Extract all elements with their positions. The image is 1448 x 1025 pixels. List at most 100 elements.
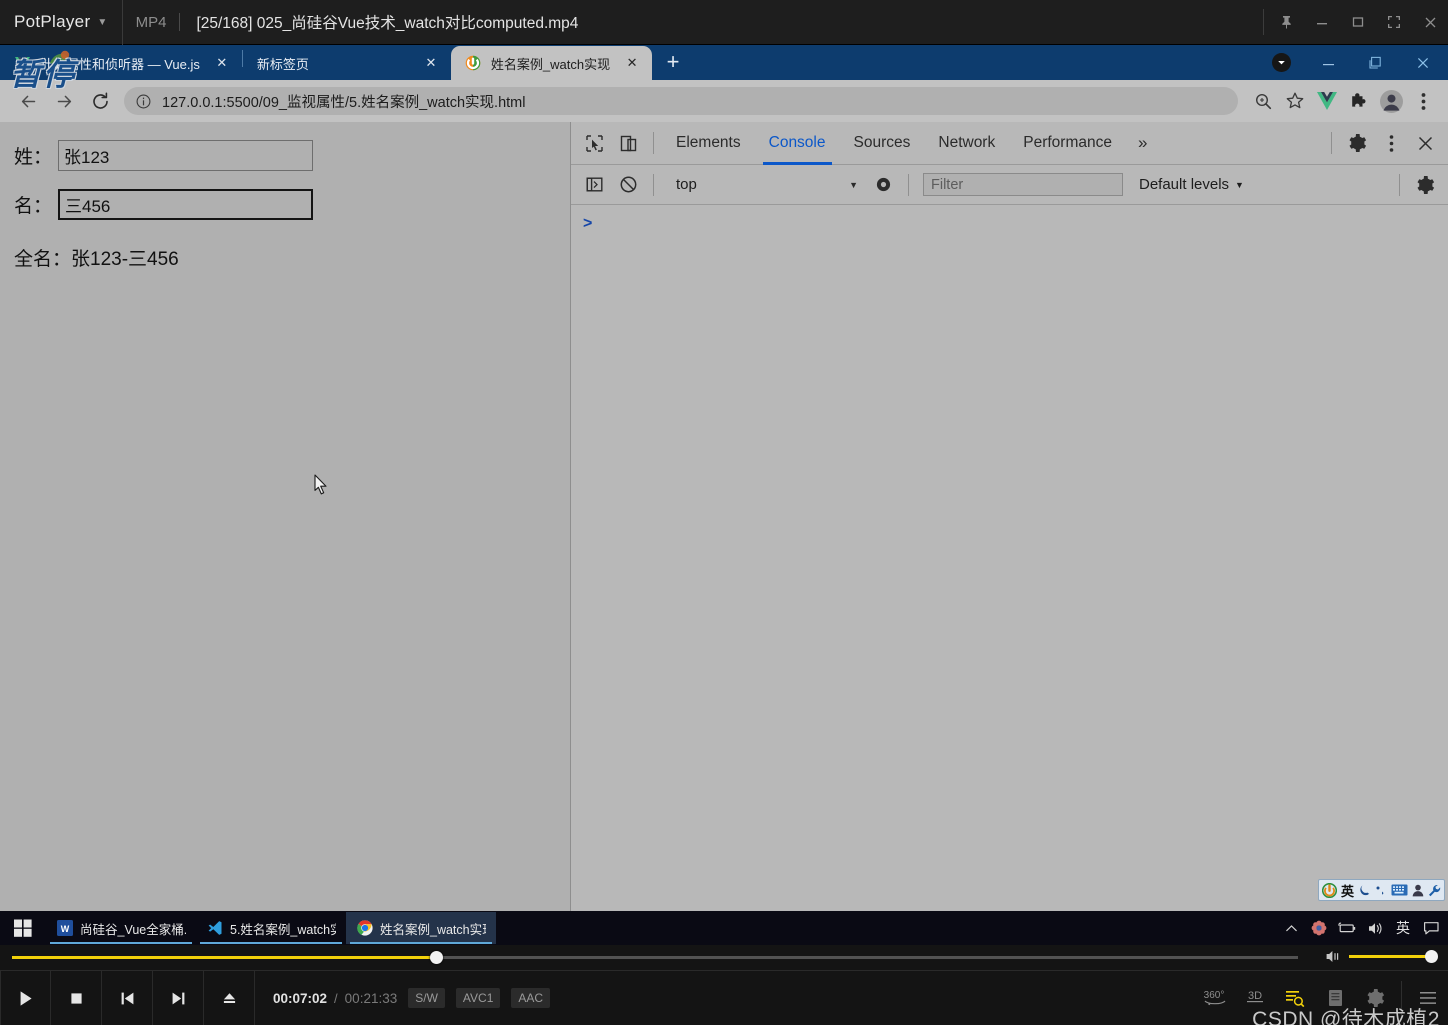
bookmark-star-icon[interactable] — [1280, 86, 1310, 116]
first-name-input[interactable] — [58, 140, 314, 171]
chrome-menu-icon[interactable] — [1408, 86, 1438, 116]
ime-language-label: 英 — [1396, 920, 1410, 936]
ime-floating-bar[interactable]: 英 — [1317, 879, 1445, 901]
taskbar-item-vscode[interactable]: 5.姓名案例_watch实... — [196, 912, 346, 944]
live-expression-icon[interactable] — [866, 168, 900, 202]
seek-bar[interactable] — [12, 951, 1298, 964]
log-levels-dropdown[interactable]: Default levels ▼ — [1139, 176, 1244, 193]
console-sidebar-icon[interactable] — [577, 168, 611, 202]
devtools-panel: Elements Console Sources Network Perform… — [570, 122, 1448, 911]
comma-icon[interactable] — [1375, 881, 1387, 899]
console-filter-input[interactable] — [923, 173, 1123, 196]
volume-slider-handle[interactable] — [1425, 950, 1438, 963]
wrench-icon[interactable] — [1428, 881, 1441, 899]
console-toolbar: top ▼ Default levels ▼ — [571, 165, 1448, 205]
seek-bar-fill — [12, 956, 437, 959]
devtools-tab-sources[interactable]: Sources — [840, 122, 925, 165]
divider — [1401, 981, 1402, 1015]
fullscreen-icon[interactable] — [1376, 0, 1412, 45]
close-icon[interactable] — [1412, 0, 1448, 45]
browser-viewport: 姓： 名： 全名：张123-三456 — [0, 122, 1448, 911]
more-options-icon[interactable] — [1374, 126, 1408, 160]
taskbar-item-label: 尚硅谷_Vue全家桶.d... — [80, 922, 186, 937]
console-prompt-icon: > — [583, 215, 593, 232]
taskbar-item-word[interactable]: W 尚硅谷_Vue全家桶.d... — [46, 912, 196, 944]
last-name-input[interactable] — [58, 189, 314, 220]
profile-avatar-icon[interactable] — [1376, 86, 1406, 116]
inspect-element-icon[interactable] — [577, 126, 611, 160]
potplayer-controls: 00:07:02 / 00:21:33 S/W AVC1 AAC 360° 3D — [0, 945, 1448, 1025]
maximize-icon[interactable] — [1352, 45, 1399, 80]
close-icon[interactable] — [1399, 45, 1446, 80]
more-tabs-chevron-icon[interactable]: » — [1126, 133, 1159, 153]
close-icon[interactable]: ✕ — [622, 53, 642, 73]
previous-button[interactable] — [102, 970, 153, 1025]
back-arrow-icon[interactable] — [10, 83, 46, 119]
show-hidden-icons[interactable] — [1278, 911, 1304, 945]
svg-text:W: W — [60, 924, 69, 934]
close-devtools-icon[interactable] — [1408, 126, 1442, 160]
ime-language-icon[interactable]: 英 — [1390, 911, 1416, 945]
notifications-icon[interactable] — [1418, 911, 1444, 945]
settings-gear-icon[interactable] — [1355, 971, 1395, 1025]
ime-mode-label[interactable]: 英 — [1341, 881, 1354, 899]
javascript-context-dropdown[interactable]: top ▼ — [666, 173, 866, 197]
list-button[interactable] — [1315, 971, 1355, 1025]
maximize-icon[interactable] — [1340, 0, 1376, 45]
devtools-tab-console[interactable]: Console — [755, 122, 840, 165]
seek-row — [0, 945, 1448, 970]
reload-icon[interactable] — [82, 83, 118, 119]
sogou-logo-icon[interactable] — [1321, 881, 1337, 899]
minimize-icon[interactable] — [1304, 0, 1340, 45]
web-page-content: 姓： 名： 全名：张123-三456 — [0, 122, 570, 911]
new-tab-button[interactable]: + — [658, 47, 688, 77]
url-text: 127.0.0.1:5500/09_监视属性/5.姓名案例_watch实现.ht… — [162, 94, 526, 111]
volume-slider[interactable] — [1349, 950, 1438, 963]
first-name-label: 姓： — [14, 147, 53, 168]
browser-tab-vue-docs[interactable]: 计算属性和侦听器 — Vue.js ✕ — [0, 46, 242, 80]
total-time: 00:21:33 — [344, 990, 398, 1006]
zoom-icon[interactable] — [1248, 86, 1278, 116]
start-button[interactable] — [0, 911, 46, 945]
devtools-tab-performance[interactable]: Performance — [1009, 122, 1126, 165]
browser-toolbar: 127.0.0.1:5500/09_监视属性/5.姓名案例_watch实现.ht… — [0, 80, 1448, 122]
seek-bar-handle[interactable] — [429, 951, 443, 964]
menu-button[interactable] — [1408, 971, 1448, 1025]
stop-button[interactable] — [51, 970, 102, 1025]
close-icon[interactable]: ✕ — [212, 53, 232, 73]
minimize-icon[interactable] — [1305, 45, 1352, 80]
play-button[interactable] — [0, 970, 51, 1025]
pin-icon[interactable] — [1268, 0, 1304, 45]
vr360-button[interactable]: 360° — [1195, 971, 1235, 1025]
keyboard-icon[interactable] — [1391, 881, 1408, 899]
browser-tab-new-tab[interactable]: 新标签页 ✕ — [243, 46, 451, 80]
taskbar-item-chrome[interactable]: 姓名案例_watch实现 ... — [346, 912, 496, 944]
close-icon[interactable]: ✕ — [421, 53, 441, 73]
person-icon[interactable] — [1412, 881, 1424, 899]
stereo3d-button[interactable]: 3D — [1235, 971, 1275, 1025]
console-output-area[interactable]: > — [571, 205, 1448, 911]
devtools-tab-network[interactable]: Network — [924, 122, 1009, 165]
right-controls: 360° 3D — [1195, 971, 1448, 1025]
moon-icon[interactable] — [1358, 881, 1371, 899]
forward-arrow-icon[interactable] — [46, 83, 82, 119]
console-settings-icon[interactable] — [1408, 168, 1442, 202]
browser-tab-active-page[interactable]: 姓名案例_watch实现 ✕ — [450, 46, 653, 80]
address-bar[interactable]: 127.0.0.1:5500/09_监视属性/5.姓名案例_watch实现.ht… — [124, 87, 1238, 115]
settings-gear-icon[interactable] — [1340, 126, 1374, 160]
eject-button[interactable] — [204, 970, 255, 1025]
next-button[interactable] — [153, 970, 204, 1025]
device-toolbar-icon[interactable] — [611, 126, 645, 160]
flower-tray-icon[interactable] — [1306, 911, 1332, 945]
clear-console-icon[interactable] — [611, 168, 645, 202]
battery-icon[interactable] — [1334, 911, 1360, 945]
playlist-button[interactable] — [1275, 971, 1315, 1025]
vue-devtools-icon[interactable] — [1312, 86, 1342, 116]
devtools-tab-elements[interactable]: Elements — [662, 122, 755, 165]
page-info-icon[interactable] — [136, 94, 151, 109]
extensions-puzzle-icon[interactable] — [1344, 86, 1374, 116]
volume-icon[interactable] — [1325, 949, 1342, 964]
volume-icon[interactable] — [1362, 911, 1388, 945]
potplayer-app-menu[interactable]: PotPlayer ▼ — [0, 12, 108, 32]
download-indicator-icon[interactable] — [1258, 45, 1305, 80]
